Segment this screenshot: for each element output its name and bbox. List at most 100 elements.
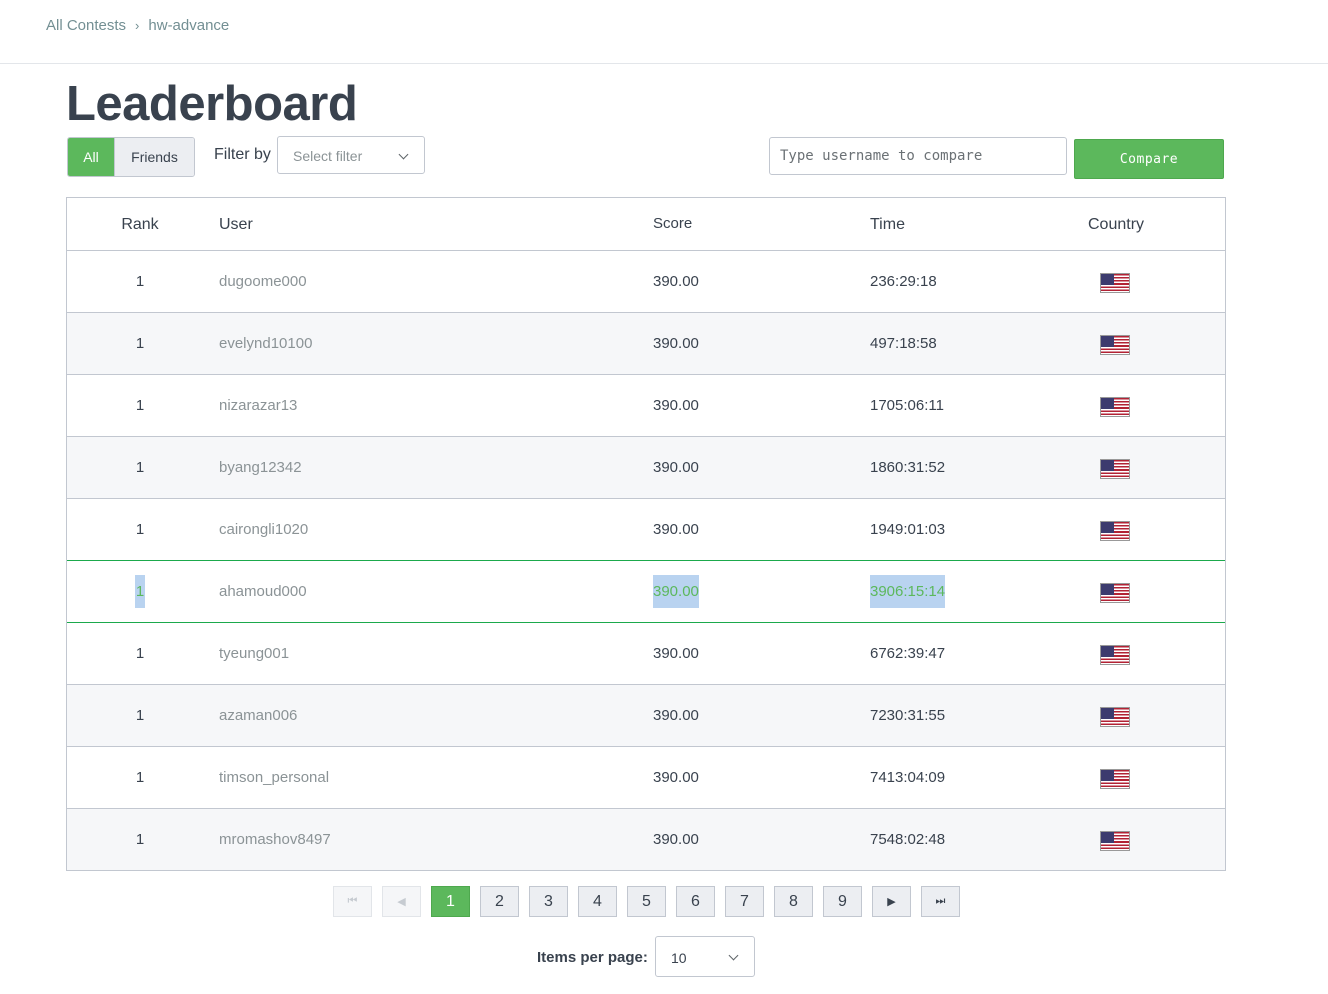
rank-cell: 1 (67, 575, 213, 608)
username-link[interactable]: cairongli1020 (219, 521, 308, 538)
score-cell: 390.00 (653, 769, 699, 786)
page-button-9[interactable]: 9 (823, 886, 862, 917)
rank-cell: 1 (135, 645, 145, 662)
time-cell: 1860:31:52 (870, 459, 946, 476)
us-flag-icon (1100, 335, 1130, 355)
next-page-icon[interactable]: ▶ (872, 886, 911, 917)
filter-select[interactable]: Select filter (277, 136, 425, 174)
score-cell: 390.00 (653, 521, 699, 538)
chevron-right-icon: › (135, 18, 140, 33)
username-link[interactable]: dugoome000 (219, 273, 307, 290)
time-cell: 3906:15:14 (870, 575, 946, 608)
username-link[interactable]: byang12342 (219, 459, 302, 476)
rank-cell: 1 (135, 273, 145, 290)
username-link[interactable]: ahamoud000 (219, 583, 307, 600)
score-cell: 390.00 (653, 335, 699, 352)
time-cell: 7230:31:55 (870, 707, 946, 724)
us-flag-icon (1100, 583, 1130, 603)
time-cell: 236:29:18 (870, 273, 937, 290)
items-per-page-label: Items per page: (537, 949, 648, 966)
rank-cell: 1 (135, 769, 145, 786)
table-row[interactable]: 1 timson_personal 390.00 7413:04:09 (67, 747, 1225, 809)
tab-all[interactable]: All (68, 138, 114, 176)
filter-select-value: Select filter (293, 148, 363, 164)
column-header-score[interactable]: Score (653, 215, 692, 232)
page-button-7[interactable]: 7 (725, 886, 764, 917)
table-row[interactable]: 1 cairongli1020 390.00 1949:01:03 (67, 499, 1225, 561)
time-cell: 7413:04:09 (870, 769, 946, 786)
top-bar: All Contests › hw-advance (0, 0, 1328, 64)
rank-cell: 1 (135, 707, 145, 724)
username-link[interactable]: timson_personal (219, 769, 329, 786)
username-link[interactable]: nizarazar13 (219, 397, 297, 414)
table-header: Rank User Score Time Country (67, 198, 1225, 251)
username-link[interactable]: azaman006 (219, 707, 297, 724)
table-row[interactable]: 1 byang12342 390.00 1860:31:52 (67, 437, 1225, 499)
time-cell: 6762:39:47 (870, 645, 946, 662)
table-row[interactable]: 1 tyeung001 390.00 6762:39:47 (67, 623, 1225, 685)
score-cell: 390.00 (653, 831, 699, 848)
tab-group: All Friends (67, 137, 195, 177)
score-cell: 390.00 (653, 397, 699, 414)
page-title: Leaderboard (66, 77, 358, 131)
score-cell: 390.00 (653, 707, 699, 724)
chevron-down-icon (728, 950, 739, 961)
us-flag-icon (1100, 831, 1130, 851)
username-link[interactable]: mromashov8497 (219, 831, 331, 848)
column-header-user[interactable]: User (219, 216, 253, 234)
page-button-4[interactable]: 4 (578, 886, 617, 917)
us-flag-icon (1100, 707, 1130, 727)
us-flag-icon (1100, 459, 1130, 479)
page-button-3[interactable]: 3 (529, 886, 568, 917)
rank-cell: 1 (135, 521, 145, 538)
chevron-down-icon (398, 149, 409, 160)
username-link[interactable]: tyeung001 (219, 645, 289, 662)
rank-cell: 1 (135, 831, 145, 848)
items-per-page-select[interactable]: 10 (655, 936, 755, 977)
score-cell: 390.00 (653, 459, 699, 476)
compare-username-input[interactable] (769, 137, 1067, 175)
rank-cell: 1 (135, 335, 145, 352)
last-page-icon[interactable]: ⏭ (921, 886, 960, 917)
table-row[interactable]: 1 nizarazar13 390.00 1705:06:11 (67, 375, 1225, 437)
time-cell: 1949:01:03 (870, 521, 946, 538)
breadcrumb-hw-advance[interactable]: hw-advance (148, 17, 229, 34)
page-button-5[interactable]: 5 (627, 886, 666, 917)
column-header-rank[interactable]: Rank (67, 216, 213, 234)
score-cell: 390.00 (653, 273, 699, 290)
page-button-2[interactable]: 2 (480, 886, 519, 917)
time-cell: 7548:02:48 (870, 831, 946, 848)
us-flag-icon (1100, 769, 1130, 789)
rank-highlight: 1 (134, 575, 146, 608)
rank-cell: 1 (135, 459, 145, 476)
breadcrumb-all-contests[interactable]: All Contests (46, 17, 126, 34)
rank-cell: 1 (135, 397, 145, 414)
table-row[interactable]: 1 mromashov8497 390.00 7548:02:48 (67, 809, 1225, 870)
table-row-selected[interactable]: 1 ahamoud000 390.00 3906:15:14 (67, 560, 1225, 623)
column-header-time[interactable]: Time (870, 216, 905, 234)
prev-page-icon[interactable]: ◀ (382, 886, 421, 917)
score-cell: 390.00 (653, 645, 699, 662)
table-row[interactable]: 1 evelynd10100 390.00 497:18:58 (67, 313, 1225, 375)
first-page-icon[interactable]: ⏮ (333, 886, 372, 917)
time-cell: 497:18:58 (870, 335, 937, 352)
username-link[interactable]: evelynd10100 (219, 335, 312, 352)
column-header-country[interactable]: Country (1088, 216, 1144, 234)
time-cell: 1705:06:11 (870, 397, 944, 414)
us-flag-icon (1100, 521, 1130, 541)
leaderboard-table: Rank User Score Time Country 1 dugoome00… (66, 197, 1226, 871)
tab-friends[interactable]: Friends (114, 138, 194, 176)
items-per-page-value: 10 (671, 950, 687, 966)
table-row[interactable]: 1 azaman006 390.00 7230:31:55 (67, 685, 1225, 747)
page-button-8[interactable]: 8 (774, 886, 813, 917)
breadcrumb: All Contests › hw-advance (46, 17, 229, 34)
page-button-6[interactable]: 6 (676, 886, 715, 917)
page-button-1[interactable]: 1 (431, 886, 470, 917)
filter-label: Filter by (214, 146, 271, 163)
pagination: ⏮ ◀ 1 2 3 4 5 6 7 8 9 ▶ ⏭ (333, 886, 960, 917)
us-flag-icon (1100, 645, 1130, 665)
compare-button[interactable]: Compare (1074, 139, 1224, 179)
us-flag-icon (1100, 273, 1130, 293)
us-flag-icon (1100, 397, 1130, 417)
table-row[interactable]: 1 dugoome000 390.00 236:29:18 (67, 251, 1225, 313)
